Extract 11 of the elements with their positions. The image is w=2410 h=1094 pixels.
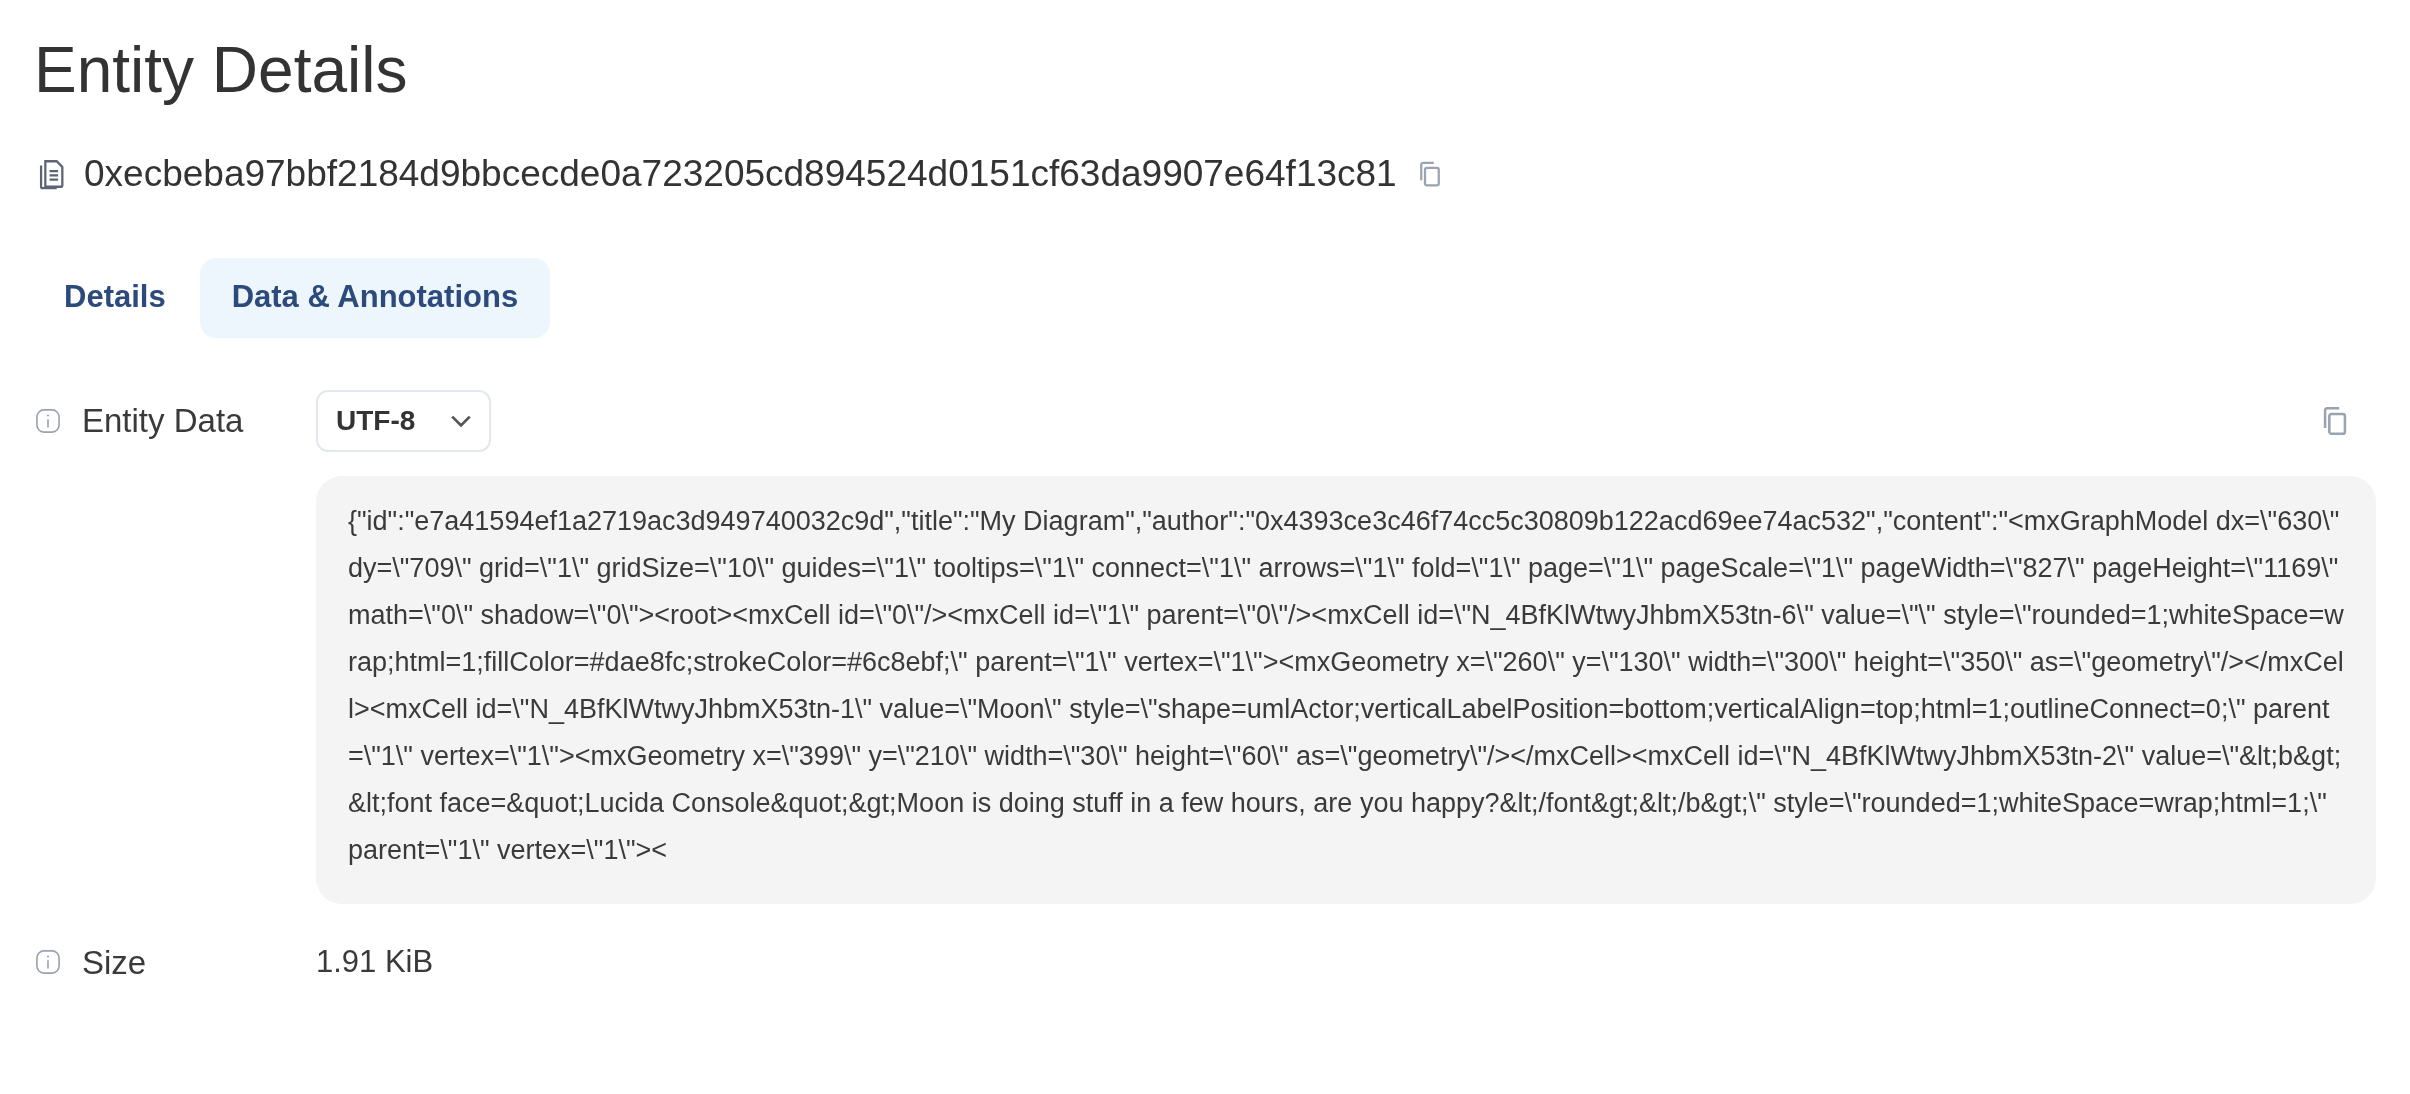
encoding-select[interactable]: UTF-8 — [316, 389, 492, 452]
field-label: Size — [82, 942, 147, 983]
page-title: Entity Details — [34, 33, 409, 108]
data-content: {"id":"e7a41594ef1a2719ac3d949740032c9d","title":"My Diagram","author":"0x4393ce3c46f74cc5c30809b122acd69ee74ac532","content":"<mxGraphModel dx=\"630\" dy=\"709\" grid=\"1\" gridSize=\"10\" guides=\"1\" tooltips=\"1\" connect=\"1\" arrows=\"1\" fold=\"1\" page=\"1\" pageScale=\"1\" pageWidth=\"827\" pageHeight=\"1169\" math=\"0\" shadow=\"0\"><root><mxCell id=\"0\"/><mxCell id=\"1\" parent=\"0\"/><mxCell id=\"N_4BfKlWtwyJhbmX53tn-6\" value=\"\" style=\"rounded=1;whiteSpace=wrap;html=1;fillColor=#dae8fc;strokeColor=#6c8ebf;\" parent=\"1\" vertex=\"1\"><mxGeometry x=\"260\" y=\"130\" width=\"300\" height=\"350\" as=\"geometry\"/></mxCell><mxCell id=\"N_4BfKlWtwyJhbmX53tn-1\" value=\"Moon\" style=\"shape=umlActor;verticalLabelPosition=bottom;verticalAlign=top;html=1;outlineConnect=0;\" parent=\"1\" vertex=\"1\"><mxGeometry x=\"399\" y=\"210\" width=\"30\" height=\"60\" as=\"geometry\"/></mxCell><mxCell id=\"N_4BfKlWtwyJhbmX53tn-2\" value=\"&lt;b&gt;&lt;font face=&quot;Lucida Console&quot;&gt;Moon is doing stuff in a few hours, are you happy?&lt;/font&gt;&lt;/b&gt;\" style=\"rounded=1;whiteSpace=wrap;html=1;\" parent=\"1\" vertex=\"1\">< — [316, 475, 2376, 904]
entity-id: 0xecbeba97bbf2184d9bbcecde0a723205cd894524d0151cf63da9907e64f13c81 — [84, 152, 1397, 196]
size-value: 1.91 KiB — [316, 943, 434, 981]
info-icon — [34, 406, 62, 435]
chevron-down-icon — [451, 414, 472, 427]
field-label: Entity Data — [82, 400, 244, 441]
tab[interactable]: Data & Annotations — [199, 257, 551, 338]
info-icon — [34, 948, 62, 977]
